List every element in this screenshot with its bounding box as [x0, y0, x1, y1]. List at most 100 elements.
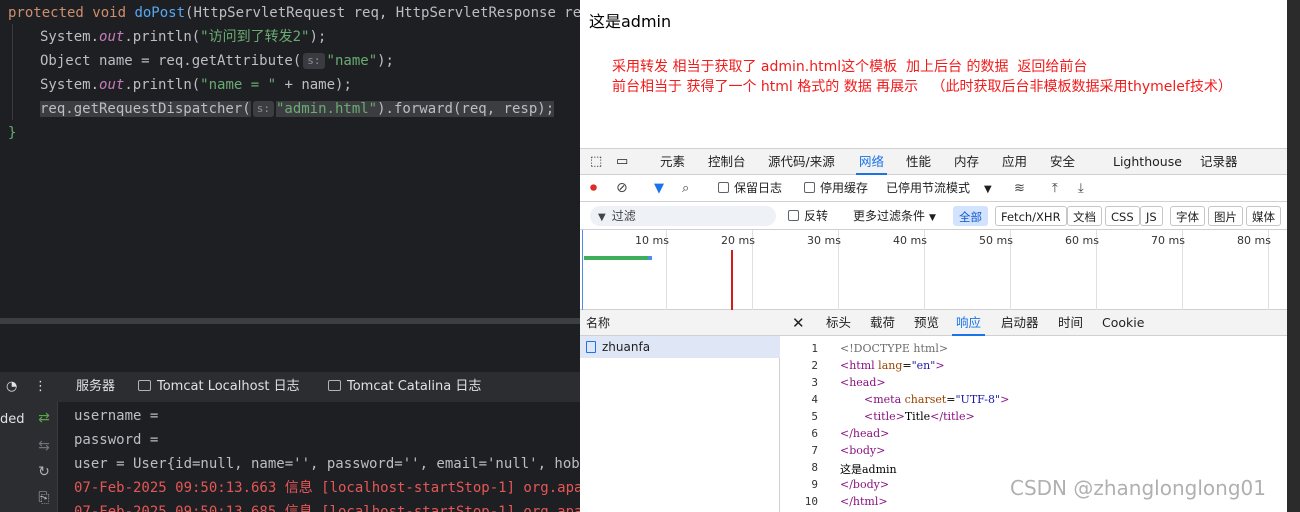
tab-application[interactable]: 应用 — [1002, 149, 1027, 175]
network-toolbar: ⏺ ⊘ ▼ ⌕ 保留日志 停用缓存 已停用节流模式 ▼ ≋ ⤒ ⤓ — [580, 175, 1287, 202]
record-stop-icon[interactable]: ⏺ — [590, 175, 597, 202]
source-line: <meta charset="UTF-8"> — [864, 393, 1010, 406]
page-viewport: 这是admin 采用转发 相当于获取了 admin.html这个模板 加上后台 … — [580, 0, 1287, 148]
service-tree-item[interactable]: ded — [0, 412, 25, 427]
filter-input[interactable]: ▼ 过滤 — [590, 206, 776, 226]
tab-tomcat-localhost[interactable]: Tomcat Localhost 日志 — [138, 372, 300, 402]
device-toggle-icon[interactable]: ▭ — [616, 149, 628, 175]
log-tab-icon — [328, 380, 341, 391]
tab-lighthouse[interactable]: Lighthouse — [1113, 149, 1182, 175]
services-tree[interactable]: ded — [0, 402, 30, 512]
line-number: 5 — [811, 410, 818, 423]
line-number: 10 — [804, 495, 818, 508]
network-conditions-icon[interactable]: ≋ — [1014, 175, 1025, 202]
line-number: 7 — [811, 444, 818, 457]
filter-icon[interactable]: ▼ — [654, 175, 664, 202]
console-output[interactable]: username = password = user = User{id=nul… — [58, 402, 580, 512]
tab-memory[interactable]: 内存 — [954, 149, 979, 175]
source-line: </body> — [840, 478, 890, 491]
request-waterfall-bar-download — [648, 256, 652, 260]
filter-chip-js[interactable]: JS — [1140, 206, 1163, 226]
tab-performance[interactable]: 性能 — [906, 149, 931, 175]
tab-sources[interactable]: 源代码/来源 — [768, 149, 835, 175]
filter-chip-fetch-xhr[interactable]: Fetch/XHR — [995, 206, 1067, 226]
soft-wrap-icon[interactable]: ⇆ — [34, 438, 54, 454]
export-icon[interactable]: ⤓ — [1078, 175, 1084, 202]
tab-payload[interactable]: 载荷 — [870, 310, 895, 336]
restart-icon[interactable]: ↻ — [34, 464, 54, 480]
load-event-marker — [731, 250, 733, 310]
filter-chip-doc[interactable]: 文档 — [1067, 206, 1102, 226]
line-number: 6 — [811, 427, 818, 440]
throttle-select[interactable]: 已停用节流模式 ▼ — [886, 175, 992, 202]
filter-row: ▼ 过滤 反转 更多过滤条件 ▼ 全部 Fetch/XHR 文档 CSS JS 字体… — [580, 202, 1287, 230]
source-line: <html lang="en"> — [840, 359, 945, 372]
name-column-header[interactable]: 名称 — [580, 310, 780, 336]
panel-splitter[interactable] — [0, 318, 580, 324]
console-side-toolbar: ⇄ ⇆ ↻ ⎘ — [30, 402, 58, 512]
console-line: username = — [74, 408, 159, 424]
filter-chip-css[interactable]: CSS — [1105, 206, 1140, 226]
timeline-tick: 10 ms — [635, 230, 669, 310]
code-editor[interactable]: protected void doPost(HttpServletRequest… — [0, 0, 580, 318]
inspect-icon[interactable]: ⬚ — [590, 149, 602, 175]
tab-initiator[interactable]: 启动器 — [1001, 310, 1039, 336]
network-overview-timeline[interactable]: 10 ms 20 ms 30 ms 40 ms 50 ms 60 ms 70 m… — [580, 230, 1287, 310]
source-line: <title>Title</title> — [864, 410, 975, 423]
request-list: 名称 zhuanfa — [580, 310, 780, 512]
close-icon[interactable]: ✕ — [792, 310, 805, 336]
tab-headers[interactable]: 标头 — [826, 310, 851, 336]
timeline-tick: 60 ms — [1065, 230, 1099, 310]
source-line: </head> — [840, 427, 890, 440]
param-hint: s: — [303, 53, 325, 69]
tab-elements[interactable]: 元素 — [660, 149, 685, 175]
tab-network[interactable]: 网络 — [856, 149, 888, 175]
detail-tabbar: ✕ 标头 载荷 预览 响应 启动器 时间 Cookie — [780, 310, 1287, 336]
filter-chip-all[interactable]: 全部 — [953, 206, 988, 226]
line-number: 4 — [811, 393, 818, 406]
browser-window: 这是admin 采用转发 相当于获取了 admin.html这个模板 加上后台 … — [580, 0, 1287, 512]
preserve-log-checkbox[interactable]: 保留日志 — [718, 175, 782, 202]
console-line: password = — [74, 432, 159, 448]
filter-chip-img[interactable]: 图片 — [1208, 206, 1243, 226]
code-line-6: } — [8, 125, 17, 141]
param-hint: s: — [252, 101, 274, 117]
invert-checkbox[interactable]: 反转 — [788, 206, 828, 226]
filter-funnel-icon: ▼ — [598, 212, 606, 223]
code-line-3: Object name = req.getAttribute(s: "name")… — [40, 53, 394, 69]
export-icon[interactable]: ⎘ — [34, 490, 54, 506]
filter-chip-font[interactable]: 字体 — [1170, 206, 1205, 226]
tab-timing[interactable]: 时间 — [1058, 310, 1083, 336]
timeline-tick: 80 ms — [1237, 230, 1271, 310]
gauge-icon[interactable]: ◔ — [6, 372, 17, 402]
tab-response[interactable]: 响应 — [952, 310, 986, 336]
tab-preview[interactable]: 预览 — [914, 310, 939, 336]
tab-recorder[interactable]: 记录器 — [1200, 149, 1238, 175]
checkbox-box — [804, 182, 815, 193]
source-line: <!DOCTYPE html> — [840, 342, 949, 355]
chevron-down-icon: ▼ — [984, 184, 992, 195]
filter-chip-media[interactable]: 媒体 — [1246, 206, 1281, 226]
tab-tomcat-catalina[interactable]: Tomcat Catalina 日志 — [328, 372, 481, 402]
tab-console[interactable]: 控制台 — [708, 149, 746, 175]
tab-cookie[interactable]: Cookie — [1102, 310, 1144, 336]
services-toolbar: ◔ ⋮ 服务器 Tomcat Localhost 日志 Tomcat Catal… — [0, 372, 580, 402]
indent-guide — [12, 24, 13, 120]
timeline-tick: 30 ms — [807, 230, 841, 310]
rerun-icon[interactable]: ⇄ — [34, 410, 54, 426]
timeline-tick: 20 ms — [721, 230, 755, 310]
tab-services[interactable]: 服务器 — [76, 372, 115, 402]
more-filters-dropdown[interactable]: 更多过滤条件 ▼ — [853, 206, 936, 226]
ide-window: protected void doPost(HttpServletRequest… — [0, 0, 580, 512]
import-icon[interactable]: ⤒ — [1052, 175, 1058, 202]
tab-security[interactable]: 安全 — [1050, 149, 1075, 175]
dom-content-loaded-marker — [582, 230, 583, 310]
request-row[interactable]: zhuanfa — [580, 336, 780, 358]
source-line: <body> — [840, 444, 886, 457]
disable-cache-checkbox[interactable]: 停用缓存 — [804, 175, 868, 202]
line-number: 9 — [811, 478, 818, 491]
more-options-icon[interactable]: ⋮ — [34, 372, 47, 402]
clear-icon[interactable]: ⊘ — [616, 175, 628, 202]
annotation-line-1: 采用转发 相当于获取了 admin.html这个模板 加上后台 的数据 返回给前… — [612, 59, 1088, 75]
search-icon[interactable]: ⌕ — [682, 175, 689, 202]
